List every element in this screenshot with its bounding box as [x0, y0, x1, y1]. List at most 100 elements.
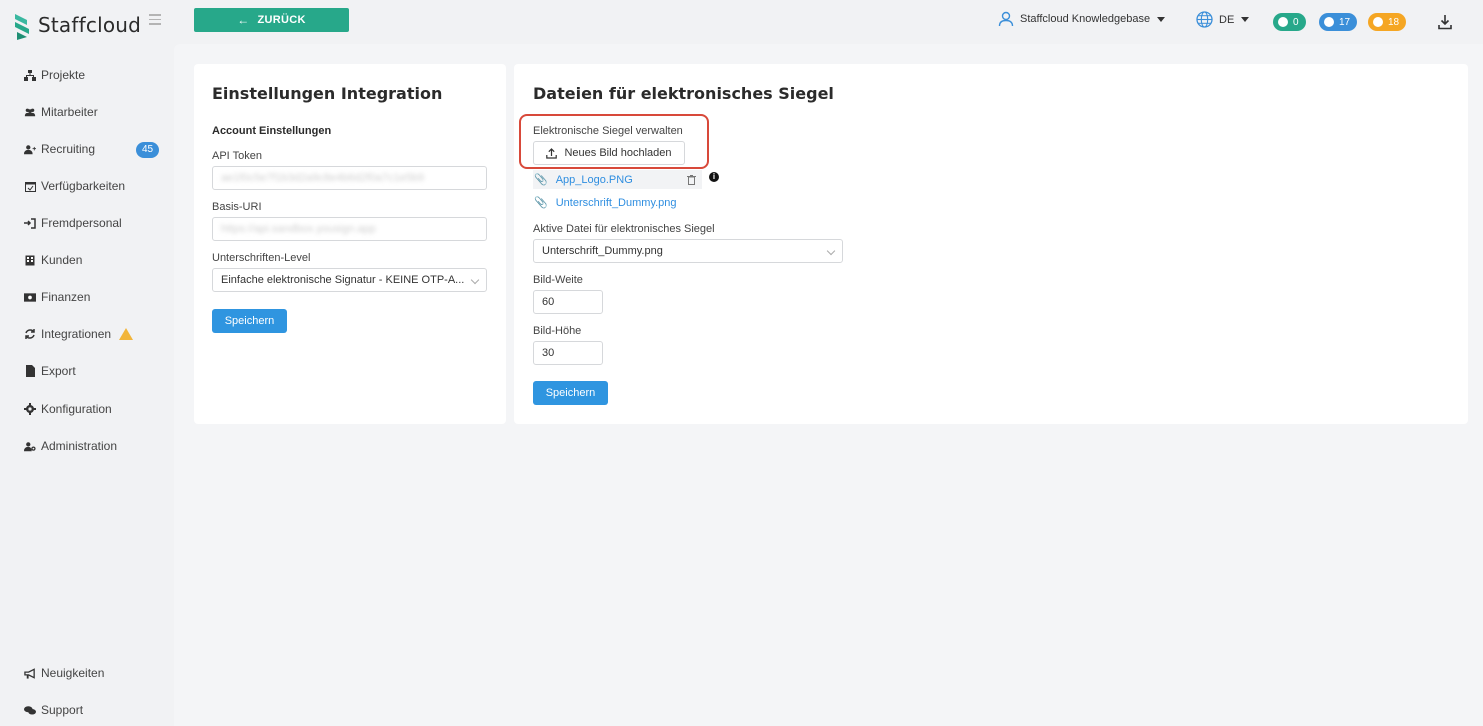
signature-level-label: Unterschriften-Level [212, 252, 311, 264]
building-icon [24, 254, 36, 266]
sidebar: Staffcloud Projekte Mitarbeiter Recruiti… [0, 0, 174, 726]
sidebar-item-neuigkeiten[interactable]: Neuigkeiten [24, 666, 104, 680]
sign-in-icon [24, 217, 36, 229]
sidebar-item-label: Finanzen [41, 290, 91, 304]
sidebar-item-recruiting[interactable]: Recruiting [24, 142, 95, 156]
active-file-value: Unterschrift_Dummy.png [542, 245, 663, 257]
clock-icon [1373, 17, 1383, 27]
save-integration-button[interactable]: Speichern [212, 309, 287, 333]
sidebar-item-export[interactable]: Export [24, 364, 76, 378]
signature-level-value: Einfache elektronische Signatur - KEINE … [221, 274, 465, 286]
integration-settings-card [194, 64, 506, 424]
user-cog-icon [24, 440, 36, 452]
image-width-label: Bild-Weite [533, 274, 583, 286]
chevron-down-icon [826, 246, 836, 256]
base-uri-input[interactable]: https://api.sandbox.yousign.app [212, 217, 487, 241]
language-label: DE [1219, 13, 1235, 26]
signature-level-select[interactable]: Einfache elektronische Signatur - KEINE … [212, 268, 487, 292]
base-uri-value: https://api.sandbox.yousign.app [221, 223, 376, 235]
image-height-input[interactable]: 30 [533, 341, 603, 365]
api-token-value: ae1f0c5e7f1b3d2a9c8e4b6d2f0a7c1e5b9 [221, 172, 425, 184]
timers-count: 18 [1388, 16, 1400, 28]
sidebar-item-label: Kunden [41, 253, 83, 267]
sidebar-item-label: Recruiting [41, 142, 96, 156]
sidebar-item-support[interactable]: Support [24, 703, 83, 717]
calendar-check-icon [24, 180, 36, 192]
trash-icon[interactable] [687, 175, 696, 185]
messages-badge[interactable]: 0 [1273, 13, 1306, 31]
user-menu[interactable]: Staffcloud Knowledgebase [998, 11, 1166, 27]
user-label: Staffcloud Knowledgebase [1020, 13, 1151, 25]
image-height-label: Bild-Höhe [533, 325, 582, 337]
sidebar-item-mitarbeiter[interactable]: Mitarbeiter [24, 105, 98, 119]
back-button[interactable]: ← ZURÜCK [194, 8, 349, 32]
file-name[interactable]: Unterschrift_Dummy.png [556, 197, 677, 209]
info-icon[interactable]: i [709, 172, 719, 182]
money-bill-icon [24, 291, 36, 303]
user-plus-icon [24, 143, 36, 155]
highlight-box [519, 114, 709, 169]
active-file-label: Aktive Datei für elektronisches Siegel [533, 223, 715, 235]
notifications-badge[interactable]: 17 [1319, 13, 1358, 31]
sidebar-item-label: Export [41, 364, 76, 378]
sidebar-item-projekte[interactable]: Projekte [24, 68, 85, 82]
sidebar-item-finanzen[interactable]: Finanzen [24, 290, 90, 304]
menu-toggle-icon[interactable] [149, 14, 161, 26]
sidebar-item-label: Konfiguration [41, 402, 112, 416]
timers-badge[interactable]: 18 [1368, 13, 1407, 31]
sidebar-item-kunden[interactable]: Kunden [24, 253, 82, 267]
sidebar-item-label: Support [41, 703, 84, 717]
sidebar-item-label: Neuigkeiten [41, 666, 105, 680]
globe-icon [1196, 11, 1213, 28]
chevron-down-icon [1157, 16, 1166, 22]
bell-icon [1324, 17, 1334, 27]
comments-icon [24, 704, 36, 716]
sync-icon [24, 328, 36, 340]
language-selector[interactable]: DE [1196, 11, 1250, 28]
api-token-input[interactable]: ae1f0c5e7f1b3d2a9c8e4b6d2f0a7c1e5b9 [212, 166, 487, 190]
back-label: ZURÜCK [257, 14, 306, 26]
image-height-value: 30 [542, 347, 555, 359]
sidebar-item-administration[interactable]: Administration [24, 439, 117, 453]
active-file-select[interactable]: Unterschrift_Dummy.png [533, 239, 843, 263]
notifications-count: 17 [1339, 16, 1351, 28]
integration-settings-title: Einstellungen Integration [212, 84, 443, 103]
logo[interactable]: Staffcloud [12, 10, 141, 40]
sidebar-item-konfiguration[interactable]: Konfiguration [24, 402, 112, 416]
sidebar-item-label: Fremdpersonal [41, 216, 122, 230]
user-icon [998, 11, 1014, 27]
warning-icon [119, 328, 134, 340]
sidebar-item-label: Projekte [41, 68, 86, 82]
file-item[interactable]: 📎 Unterschrift_Dummy.png [534, 196, 677, 210]
api-token-label: API Token [212, 150, 262, 162]
gear-icon [24, 403, 36, 415]
staffcloud-logo-icon [15, 14, 29, 40]
bullhorn-icon [24, 667, 36, 679]
sidebar-item-label: Verfügbarkeiten [41, 179, 126, 193]
base-uri-label: Basis-URI [212, 201, 262, 213]
sidebar-item-fremdpersonal[interactable]: Fremdpersonal [24, 216, 122, 230]
sidebar-item-verfuegbarkeiten[interactable]: Verfügbarkeiten [24, 179, 125, 193]
account-settings-heading: Account Einstellungen [212, 125, 332, 137]
users-icon [24, 106, 36, 118]
paperclip-icon: 📎 [534, 174, 548, 186]
image-width-value: 60 [542, 296, 555, 308]
seal-files-title: Dateien für elektronisches Siegel [533, 84, 834, 103]
sidebar-item-label: Administration [41, 439, 118, 453]
sidebar-item-label: Integrationen [41, 327, 112, 341]
save-seal-button[interactable]: Speichern [533, 381, 608, 405]
arrow-left-icon: ← [237, 13, 250, 27]
chevron-down-icon [470, 275, 480, 285]
image-width-input[interactable]: 60 [533, 290, 603, 314]
sidebar-item-integrationen[interactable]: Integrationen [24, 327, 134, 341]
file-name[interactable]: App_Logo.PNG [556, 174, 633, 186]
file-item[interactable]: 📎 App_Logo.PNG [534, 173, 633, 187]
recruiting-count-badge: 45 [136, 142, 159, 158]
paperclip-icon: 📎 [534, 197, 548, 209]
sidebar-item-label: Mitarbeiter [41, 105, 98, 119]
file-icon [24, 365, 36, 377]
brand-name: Staffcloud [38, 13, 142, 37]
chevron-down-icon [1241, 17, 1250, 22]
download-icon[interactable] [1438, 14, 1452, 30]
sitemap-icon [24, 69, 36, 81]
